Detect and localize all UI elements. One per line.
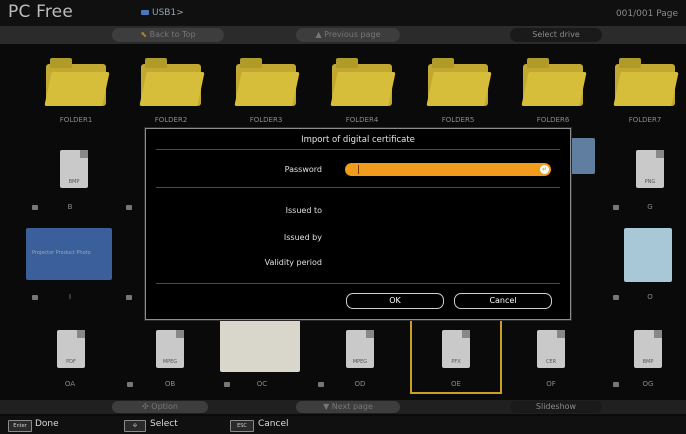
previous-page-label: Previous page xyxy=(324,30,381,39)
photo-type-icon xyxy=(126,205,132,210)
folder-icon[interactable] xyxy=(426,58,492,106)
divider xyxy=(156,149,560,150)
text-caret xyxy=(358,165,359,174)
folder-icon[interactable] xyxy=(521,58,587,106)
page-counter: 001/001 Page xyxy=(615,9,678,19)
folder-icon[interactable] xyxy=(139,58,205,106)
file-label: O xyxy=(647,293,653,301)
file-label: OD xyxy=(354,380,366,388)
file-icon[interactable]: MPEG xyxy=(346,330,374,368)
enter-key-icon: Enter xyxy=(8,420,32,432)
file-label: OF xyxy=(546,380,556,388)
folder-label: FOLDER5 xyxy=(441,116,475,124)
back-to-top-label: Back to Top xyxy=(149,30,196,39)
file-label: OC xyxy=(256,380,268,388)
folder-icon[interactable] xyxy=(613,58,679,106)
file-icon[interactable]: PFX xyxy=(442,330,470,368)
thumbnail[interactable] xyxy=(220,318,300,372)
slideshow-label: Slideshow xyxy=(535,402,577,411)
title-bar xyxy=(0,0,686,26)
option-icon: ✣ xyxy=(142,402,152,411)
arrow-down-icon: ▼ xyxy=(323,402,332,411)
folder-icon[interactable] xyxy=(44,58,110,106)
folder-label: FOLDER4 xyxy=(345,116,379,124)
select-drive-button[interactable]: Select drive xyxy=(510,28,602,42)
file-label: OG xyxy=(642,380,654,388)
done-label: Done xyxy=(35,419,59,429)
thumbnail[interactable] xyxy=(567,138,595,174)
import-certificate-dialog: Import of digital certificate Password ↵… xyxy=(145,128,571,320)
arrow-up-icon: ▲ xyxy=(315,30,325,39)
slideshow-button[interactable]: Slideshow xyxy=(510,401,602,413)
folder-label: FOLDER6 xyxy=(536,116,570,124)
top-nav: ⬉ Back to Top ▲ Previous page Select dri… xyxy=(0,26,686,44)
file-label: G xyxy=(647,203,653,211)
cancel-button[interactable]: Cancel xyxy=(454,293,552,309)
directional-pad-icon: ✣ xyxy=(124,420,146,432)
cancel-label: Cancel xyxy=(258,419,289,429)
file-label: OB xyxy=(164,380,176,388)
file-label: I xyxy=(68,293,72,301)
enter-icon: ↵ xyxy=(540,165,549,174)
file-icon[interactable]: BMP xyxy=(60,150,88,188)
folder-label: FOLDER7 xyxy=(628,116,662,124)
password-label: Password xyxy=(284,165,322,174)
option-button[interactable]: ✣ Option xyxy=(112,401,208,413)
thumbnail[interactable]: Projector Product Photo xyxy=(26,228,112,280)
thumbnail[interactable] xyxy=(624,228,672,282)
file-icon[interactable]: BMP xyxy=(634,330,662,368)
folder-label: FOLDER2 xyxy=(154,116,188,124)
file-icon[interactable]: CER xyxy=(537,330,565,368)
folder-icon[interactable] xyxy=(234,58,300,106)
previous-page-button[interactable]: ▲ Previous page xyxy=(296,28,400,42)
footer-key-guide: Enter Done ✣ Select ESC Cancel xyxy=(0,416,686,434)
file-label: OE xyxy=(451,380,461,388)
divider xyxy=(156,187,560,188)
folder-up-icon: ⬉ xyxy=(140,30,150,39)
next-page-label: Next page xyxy=(331,402,373,411)
file-icon[interactable]: MPEG xyxy=(156,330,184,368)
password-input[interactable]: ↵ xyxy=(345,163,551,176)
option-label: Option xyxy=(151,402,178,411)
file-label: OA xyxy=(64,380,76,388)
issued-by-label: Issued by xyxy=(283,233,322,242)
usb-icon xyxy=(141,10,149,15)
folder-label: FOLDER1 xyxy=(59,116,93,124)
select-drive-label: Select drive xyxy=(532,30,580,39)
ok-button[interactable]: OK xyxy=(346,293,444,309)
file-icon[interactable]: PDF xyxy=(57,330,85,368)
select-label: Select xyxy=(150,419,178,429)
validity-period-label: Validity period xyxy=(264,258,322,267)
folder-icon[interactable] xyxy=(330,58,396,106)
folder-label: FOLDER3 xyxy=(249,116,283,124)
back-to-top-button[interactable]: ⬉ Back to Top xyxy=(112,28,224,42)
next-page-button[interactable]: ▼ Next page xyxy=(296,401,400,413)
bottom-nav: ✣ Option ▼ Next page Slideshow xyxy=(0,400,686,414)
esc-key-icon: ESC xyxy=(230,420,254,432)
divider xyxy=(156,283,560,284)
issued-to-label: Issued to xyxy=(285,206,322,215)
file-label: B xyxy=(67,203,73,211)
app-title: PC Free xyxy=(8,2,74,22)
thumbnail-caption: Projector Product Photo xyxy=(32,250,91,256)
dialog-title: Import of digital certificate xyxy=(301,135,415,145)
drive-path: USB1> xyxy=(152,8,184,18)
photo-type-icon xyxy=(126,295,132,300)
file-icon[interactable]: PNG xyxy=(636,150,664,188)
